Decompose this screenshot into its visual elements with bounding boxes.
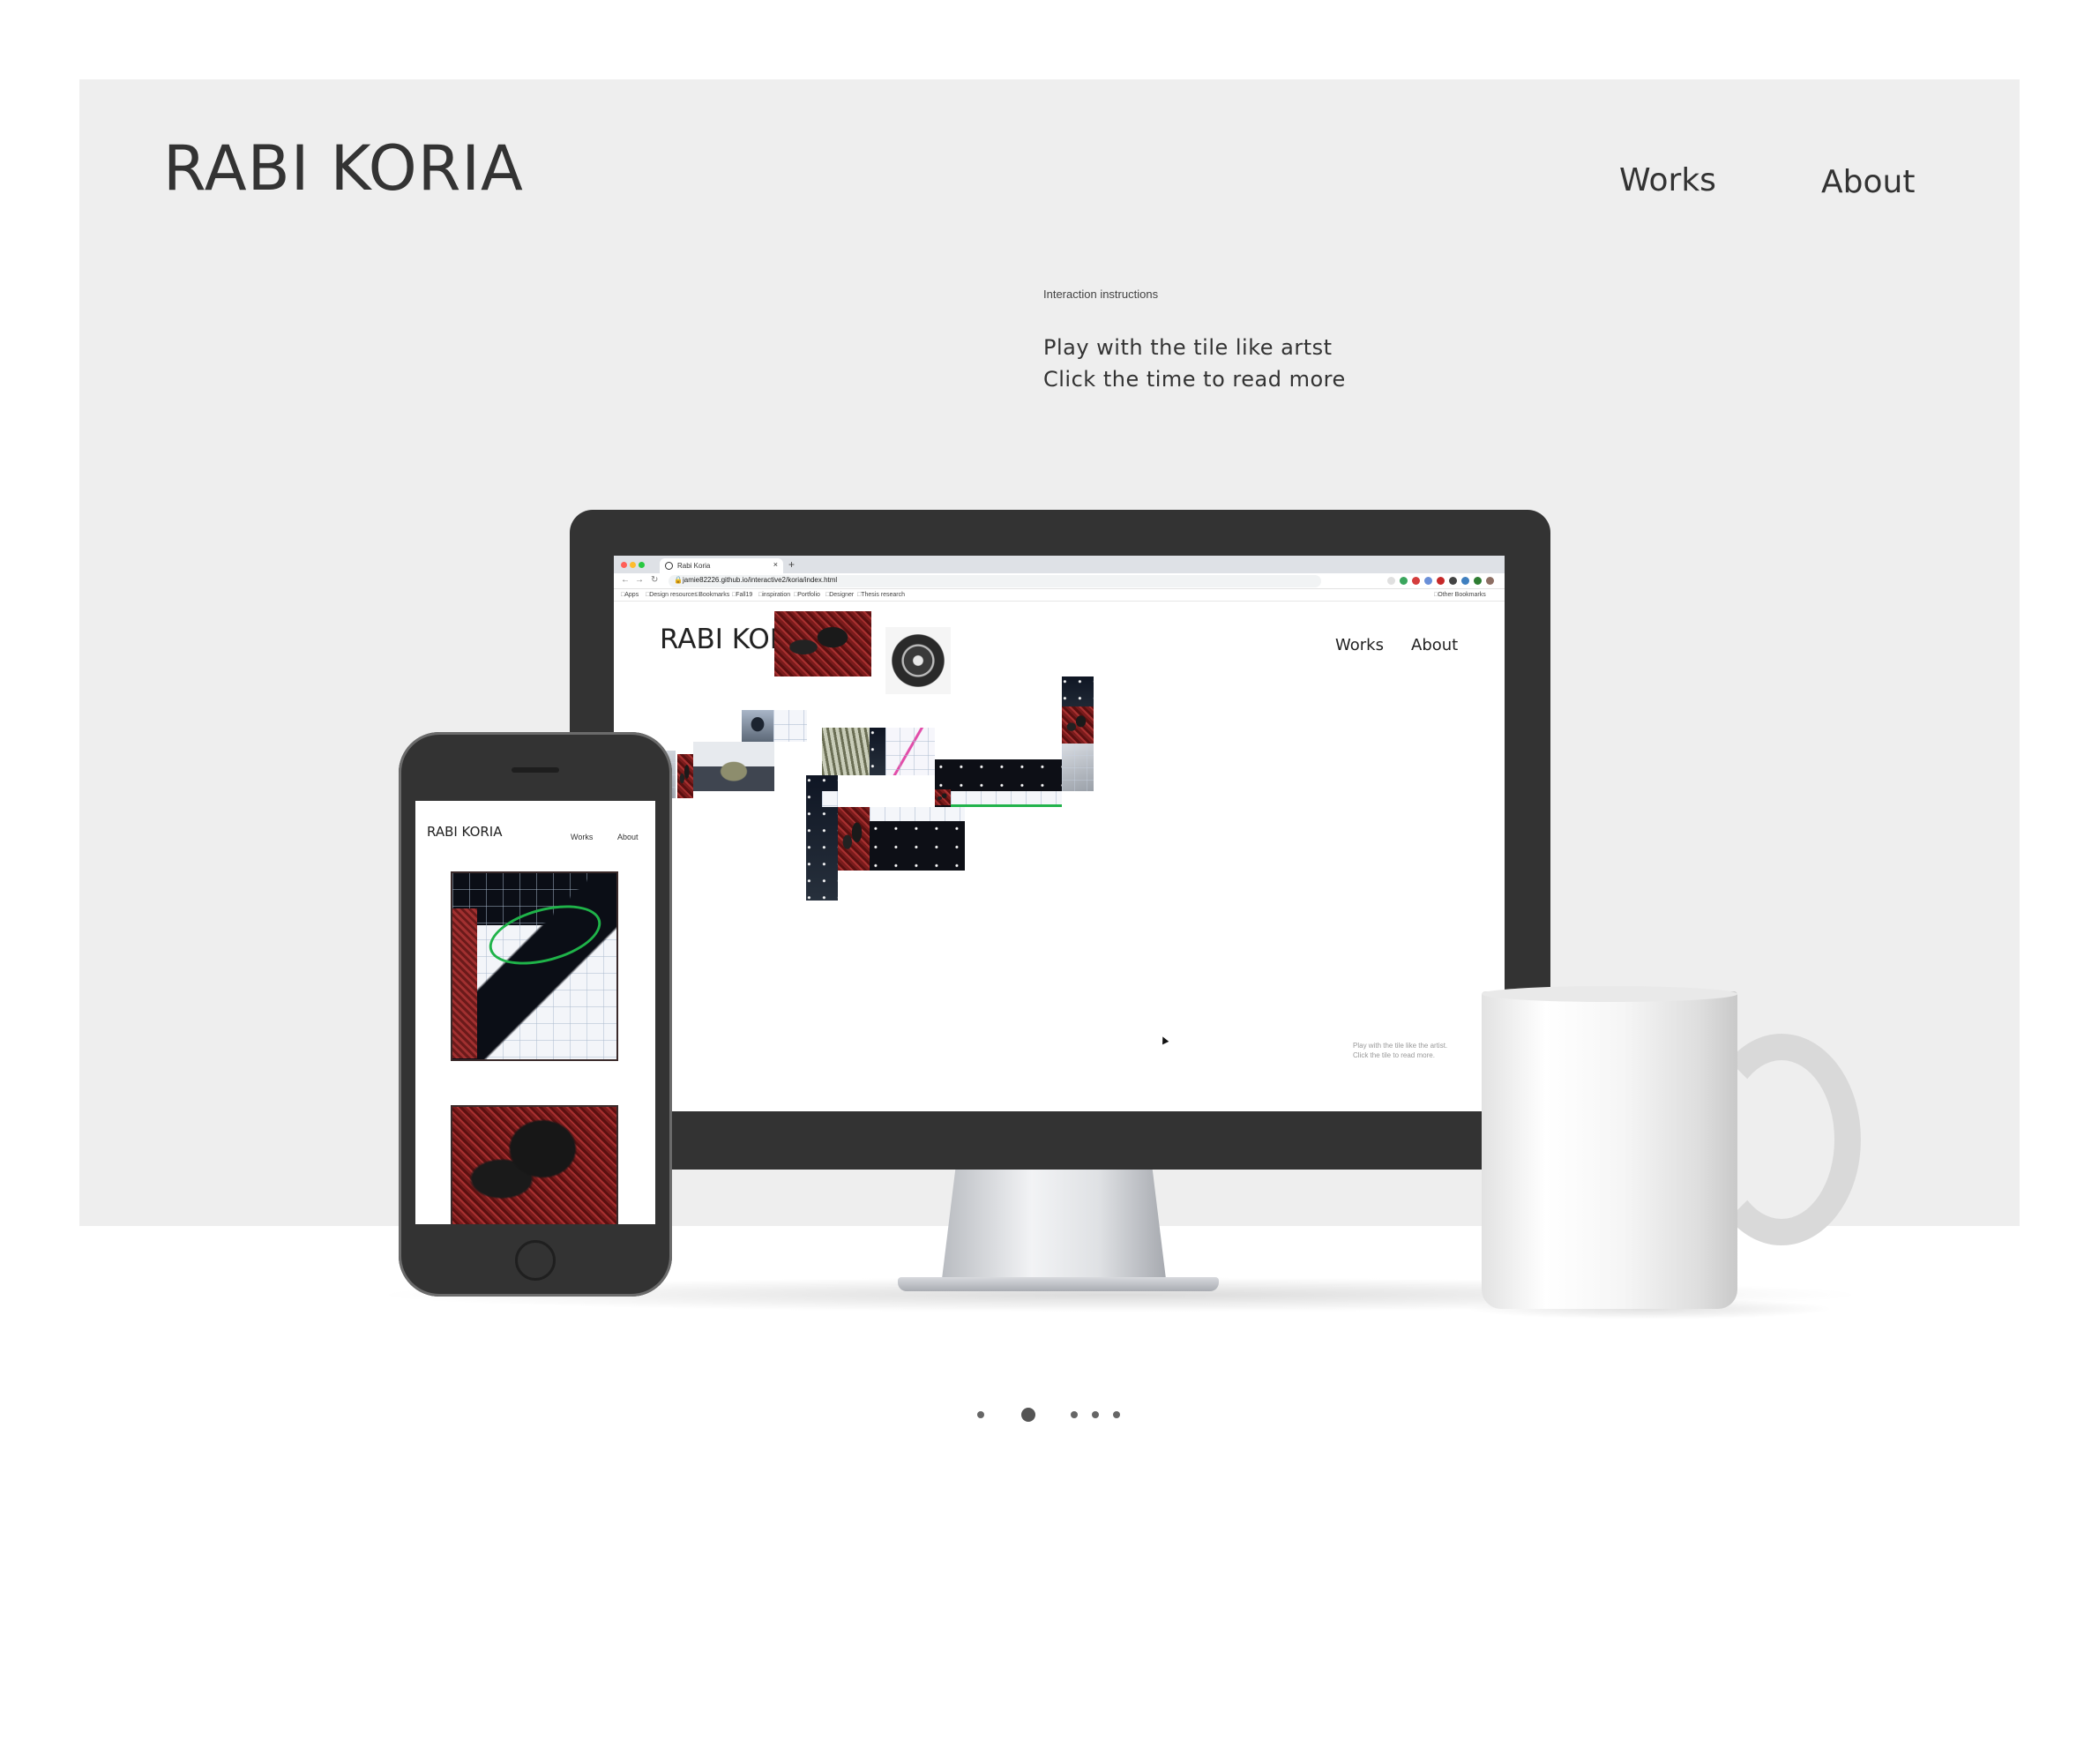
bookmark-fall19[interactable]: Fall19 [732, 592, 752, 598]
art-tile[interactable] [1062, 744, 1094, 791]
imac-stand [942, 1170, 1166, 1279]
mobile-page-brand[interactable]: RABI KORIA [427, 824, 503, 840]
bookmark-designer[interactable]: Designer [825, 592, 854, 598]
carousel-dot[interactable] [1092, 1411, 1099, 1418]
tab-close-icon[interactable]: × [773, 560, 778, 569]
phone-device: RABI KORIA Works About [399, 732, 672, 1297]
browser-extension-icon[interactable] [1400, 577, 1408, 585]
nav-about-link[interactable]: About [1821, 164, 1915, 200]
imac-foot [898, 1277, 1219, 1291]
extension-icons [1387, 577, 1494, 585]
art-tile[interactable] [951, 791, 1062, 807]
window-minimize-icon[interactable] [630, 562, 636, 568]
browser-tab-bar: Rabi Koria × + [614, 556, 1505, 573]
art-tile[interactable] [870, 728, 885, 775]
carousel-dot[interactable] [1071, 1411, 1078, 1418]
window-zoom-icon[interactable] [639, 562, 645, 568]
phone-speaker [512, 767, 559, 773]
browser-extension-icon[interactable] [1449, 577, 1457, 585]
phone-home-button [515, 1240, 556, 1281]
mouse-cursor-icon [1159, 1035, 1169, 1045]
art-tile[interactable] [870, 807, 965, 821]
bookmark-thesis-research[interactable]: Thesis research [857, 592, 905, 598]
site-brand[interactable]: RABI KORIA [163, 132, 524, 205]
mobile-nav-works[interactable]: Works [571, 833, 593, 841]
address-bar[interactable]: 🔒 jamie82226.github.io/interactive2/kori… [669, 575, 1321, 587]
instructions-line-2: Click the time to read more [1043, 367, 1346, 392]
desktop-nav-about[interactable]: About [1411, 636, 1458, 654]
instructions-title: Interaction instructions [1043, 288, 1159, 301]
new-tab-icon[interactable]: + [788, 558, 795, 571]
desktop-instr-line-1: Play with the tile like the artist. [1353, 1042, 1448, 1050]
desktop-page-instructions: Play with the tile like the artist. Clic… [1353, 1041, 1447, 1060]
favicon-icon [665, 562, 673, 570]
mobile-nav-about[interactable]: About [617, 833, 639, 841]
art-tile[interactable] [1062, 706, 1094, 744]
browser-tab[interactable]: Rabi Koria × [660, 558, 783, 573]
art-tile[interactable] [774, 611, 871, 676]
lock-icon: 🔒 [674, 576, 683, 584]
back-icon[interactable]: ← [621, 575, 630, 585]
bookmarks-bar: Apps Design resources Bookmarks Fall19 i… [614, 589, 1505, 602]
art-tile[interactable] [693, 742, 774, 791]
art-tile[interactable] [935, 789, 951, 805]
desktop-nav-works[interactable]: Works [1335, 636, 1384, 654]
carousel-dot[interactable] [1113, 1411, 1120, 1418]
artwork-detail [482, 894, 608, 975]
mobile-artwork-2[interactable] [451, 1105, 618, 1224]
browser-toolbar: ← → ↻ 🔒 jamie82226.github.io/interactive… [614, 573, 1505, 589]
window-close-icon[interactable] [621, 562, 627, 568]
tab-title: Rabi Koria [677, 562, 711, 570]
art-tile[interactable] [677, 754, 693, 798]
browser-extension-icon[interactable] [1424, 577, 1432, 585]
bookmark-bookmarks[interactable]: Bookmarks [695, 592, 729, 598]
art-tile[interactable] [838, 807, 870, 871]
nav-works-link[interactable]: Works [1619, 162, 1716, 198]
bookmark-apps[interactable]: Apps [621, 592, 639, 598]
carousel-pagination [0, 1402, 2099, 1429]
imac-screen: Rabi Koria × + ← → ↻ 🔒 jamie82226.github… [614, 556, 1505, 1111]
forward-icon[interactable]: → [635, 575, 644, 585]
art-tile[interactable] [870, 821, 965, 871]
mug-rim [1482, 986, 1737, 1002]
art-tile[interactable] [773, 710, 807, 742]
bookmark-design-resources[interactable]: Design resources [646, 592, 697, 598]
browser-extension-icon[interactable] [1461, 577, 1469, 585]
art-tile[interactable] [742, 710, 773, 742]
browser-extension-icon[interactable] [1412, 577, 1420, 585]
art-tile[interactable] [885, 728, 935, 775]
art-tile[interactable] [822, 791, 838, 807]
browser-extension-icon[interactable] [1387, 577, 1395, 585]
mobile-artwork-1[interactable] [451, 871, 618, 1061]
coffee-mug [1482, 991, 1737, 1309]
phone-screen: RABI KORIA Works About [415, 801, 655, 1224]
browser-extension-icon[interactable] [1486, 577, 1494, 585]
bookmark-portfolio[interactable]: Portfolio [794, 592, 820, 598]
imac-monitor: Rabi Koria × + ← → ↻ 🔒 jamie82226.github… [570, 510, 1550, 1170]
browser-extension-icon[interactable] [1474, 577, 1482, 585]
url-text: jamie82226.github.io/interactive2/koria/… [683, 576, 838, 584]
carousel-dot-active[interactable] [1021, 1408, 1035, 1422]
art-tile[interactable] [822, 728, 870, 775]
bookmark-inspiration[interactable]: inspiration [758, 592, 790, 598]
instructions-line-1: Play with the tile like artst [1043, 335, 1333, 360]
artwork-detail [452, 908, 477, 1058]
desktop-web-page: RABI KORIA Works About Play with the til… [614, 602, 1505, 1111]
browser-extension-icon[interactable] [1437, 577, 1445, 585]
reload-icon[interactable]: ↻ [651, 575, 658, 585]
art-tile[interactable] [885, 627, 951, 694]
carousel-dot[interactable] [977, 1411, 984, 1418]
desktop-instr-line-2: Click the tile to read more. [1353, 1051, 1435, 1059]
bookmark-other[interactable]: Other Bookmarks [1434, 592, 1485, 598]
